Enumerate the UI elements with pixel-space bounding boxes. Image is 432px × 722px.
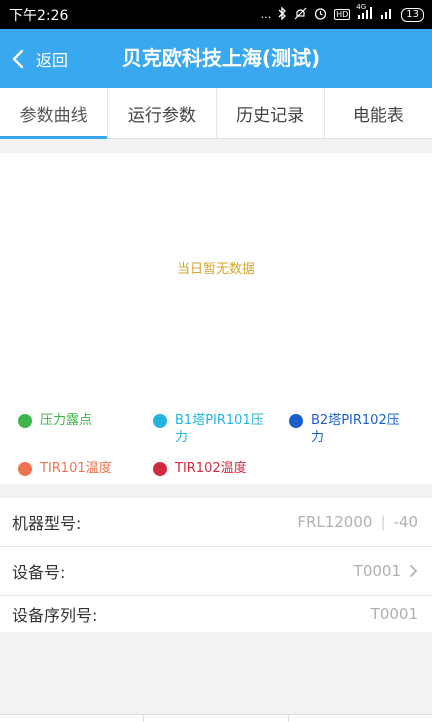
legend-item-tir102[interactable]: TIR102温度 [153,460,279,477]
chart-card: 当日暂无数据 压力露点 B1塔PIR101压力 B2塔PIR102压力 TIR1… [0,153,432,484]
status-icons: ... HD 4G 13 [260,3,424,23]
tab-label: 历史记录 [236,105,305,126]
device-number-value: T0001 [354,562,418,580]
network-type: 4G [356,3,367,11]
alarm-icon [314,7,327,23]
bottom-bar-segment [0,715,145,722]
legend-label: TIR101温度 [40,461,112,476]
tab-label: 运行参数 [127,105,196,126]
legend-item-b2-pressure[interactable]: B2塔PIR102压力 [289,412,417,446]
device-number-text: T0001 [353,562,401,580]
back-button[interactable]: 返回 [8,29,68,88]
chevron-right-icon [409,564,418,578]
chevron-left-icon [12,49,24,68]
legend-dot [18,414,32,428]
tab-energy-meter[interactable]: 电能表 [325,88,432,138]
legend-dot [153,462,167,476]
row-serial-number: 设备序列号: T0001 [0,596,432,632]
status-bar: 下午2:26 ... HD 4G 13 [0,0,432,29]
machine-model-value: FRL12000 | -40 [297,513,418,531]
row-device-number[interactable]: 设备号: T0001 [0,547,432,596]
legend-item-dew-point[interactable]: 压力露点 [18,412,138,429]
legend-dot [18,462,32,476]
hd-icon: HD [334,9,351,20]
bluetooth-icon [278,5,287,23]
app-bar: 贝克欧科技上海(测试) 返回 [0,29,432,88]
device-number-label: 设备号: [12,563,66,582]
tab-label: 电能表 [352,105,404,126]
legend-label: B1塔PIR101压力 [175,413,264,445]
machine-model-suffix: -40 [393,513,419,531]
tab-parameter-curve[interactable]: 参数曲线 [0,88,109,139]
legend-dot [153,414,167,428]
empty-chart-message: 当日暂无数据 [176,262,255,277]
device-info-list: 机器型号: FRL12000 | -40 设备号: T0001 设备序列号: T… [0,498,432,632]
bottom-bar [0,714,432,722]
serial-number-value: T0001 [370,605,418,623]
legend-label: B2塔PIR102压力 [311,413,400,445]
row-machine-model: 机器型号: FRL12000 | -40 [0,498,432,547]
legend-label: 压力露点 [40,413,93,428]
divider: | [380,513,386,531]
signal-icon-2 [380,7,394,22]
tab-running-parameters[interactable]: 运行参数 [108,88,217,138]
bottom-bar-segment [144,715,289,722]
legend-item-b1-pressure[interactable]: B1塔PIR101压力 [153,412,279,446]
tab-bar: 参数曲线 运行参数 历史记录 电能表 [0,88,432,139]
bottom-bar-segment [289,715,432,722]
tab-label: 参数曲线 [19,105,88,126]
legend-item-tir101[interactable]: TIR101温度 [18,460,144,477]
legend-dot [289,414,303,428]
tab-history[interactable]: 历史记录 [217,88,325,138]
legend-label: TIR102温度 [175,461,247,476]
battery-icon: 13 [401,7,424,22]
serial-number-label: 设备序列号: [12,606,98,625]
signal-icon: 4G [356,3,373,22]
back-label: 返回 [36,50,69,70]
status-time: 下午2:26 [9,7,69,24]
machine-model-label: 机器型号: [12,514,82,533]
notification-dots: ... [260,8,272,21]
machine-model-text: FRL12000 [297,513,373,531]
mute-icon [294,7,307,23]
